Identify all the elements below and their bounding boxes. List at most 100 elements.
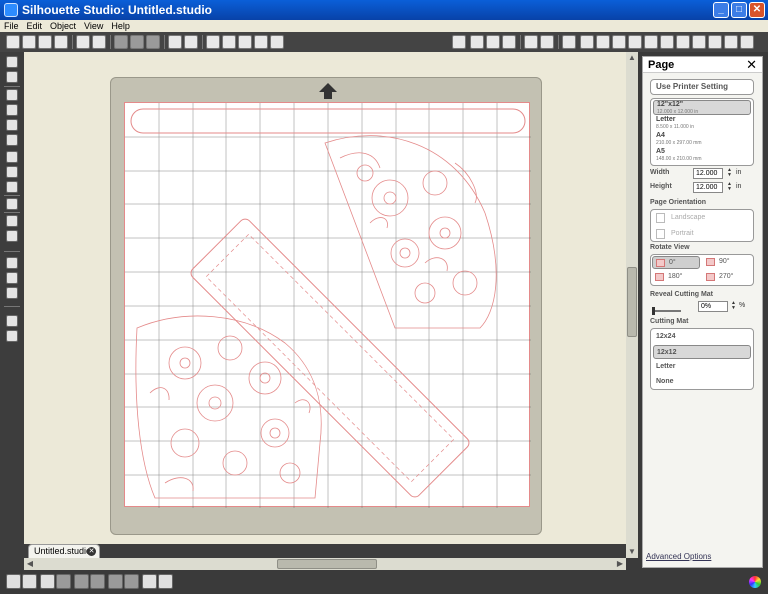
rotate-90-button[interactable]: 90° (703, 256, 751, 269)
send-back-icon[interactable] (124, 574, 139, 589)
print-cut-icon[interactable] (92, 35, 106, 49)
layout-icon[interactable] (676, 35, 690, 49)
fit-page-icon[interactable] (270, 35, 284, 49)
bring-front-icon[interactable] (108, 574, 123, 589)
layers-icon[interactable] (142, 574, 157, 589)
text-icon[interactable] (562, 35, 576, 49)
close-button[interactable]: ✕ (749, 2, 765, 18)
save-as-icon[interactable] (54, 35, 68, 49)
duplicate-icon[interactable] (74, 574, 89, 589)
select-tool-icon[interactable] (6, 56, 18, 68)
trace-icon[interactable] (612, 35, 626, 49)
ellipse-tool-icon[interactable] (6, 134, 18, 146)
cut-page[interactable] (124, 102, 531, 508)
expand-icon[interactable] (724, 35, 738, 49)
menu-object[interactable]: Object (46, 20, 80, 32)
knife-tool-icon[interactable] (6, 230, 18, 242)
size-item-a4[interactable]: A4 210.00 x 297.00 mm (653, 132, 751, 147)
minimize-button[interactable]: _ (713, 2, 729, 18)
open-icon[interactable] (22, 35, 36, 49)
line-style-icon[interactable] (524, 35, 538, 49)
reveal-mat-slider-knob[interactable] (652, 307, 655, 315)
horizontal-scroll-thumb[interactable] (277, 559, 377, 569)
advanced-options-link[interactable]: Advanced Options (646, 552, 711, 561)
ruler-icon[interactable] (740, 35, 754, 49)
store-icon[interactable] (644, 35, 658, 49)
orientation-portrait[interactable]: Portrait (653, 227, 751, 241)
undo-icon[interactable] (168, 35, 182, 49)
rotate-0-button[interactable]: 0° (652, 256, 700, 269)
color-wheel-icon[interactable] (749, 576, 761, 588)
reveal-mat-slider[interactable] (653, 310, 681, 312)
mat-item-12x12[interactable]: 12x12 (653, 345, 751, 359)
delete-icon[interactable] (90, 574, 105, 589)
offset-icon[interactable] (596, 35, 610, 49)
vertical-scrollbar[interactable]: ▲ ▼ (626, 52, 638, 558)
grid-icon[interactable] (470, 35, 484, 49)
mat-item-12x24[interactable]: 12x24 (653, 330, 751, 344)
mat-item-none[interactable]: None (653, 375, 751, 389)
lock-icon[interactable] (452, 35, 466, 49)
paste-icon[interactable] (146, 35, 160, 49)
replicate-icon[interactable] (580, 35, 594, 49)
width-spin-icon[interactable]: ▲ ▼ (727, 168, 733, 178)
layer-bottom-icon[interactable] (6, 330, 18, 342)
maximize-button[interactable]: □ (731, 2, 747, 18)
pan-icon[interactable] (254, 35, 268, 49)
view-tool-icon[interactable] (6, 257, 18, 269)
scroll-up-icon[interactable]: ▲ (626, 52, 638, 64)
redo-icon[interactable] (184, 35, 198, 49)
size-item-a5[interactable]: A5 148.00 x 210.00 mm (653, 148, 751, 163)
menu-edit[interactable]: Edit (23, 20, 47, 32)
rounded-rect-tool-icon[interactable] (6, 119, 18, 131)
rotate-270-button[interactable]: 270° (703, 271, 751, 284)
height-input[interactable]: 12.000 (693, 182, 723, 193)
size-item-12x12[interactable]: 12"x12" 12.000 x 12.000 in (653, 100, 751, 115)
zoom-out-icon[interactable] (222, 35, 236, 49)
mat-item-letter[interactable]: Letter (653, 360, 751, 374)
release-compound-icon[interactable] (56, 574, 71, 589)
library-tool-icon[interactable] (6, 272, 18, 284)
curve-tool-icon[interactable] (6, 166, 18, 178)
group-icon[interactable] (6, 574, 21, 589)
send-icon[interactable] (660, 35, 674, 49)
zoom-select-icon[interactable] (238, 35, 252, 49)
menu-view[interactable]: View (80, 20, 107, 32)
tab-untitled[interactable]: Untitled.studio ✕ (28, 544, 100, 558)
vertical-scroll-thumb[interactable] (627, 267, 637, 337)
compound-path-icon[interactable] (40, 574, 55, 589)
settings-icon[interactable] (158, 574, 173, 589)
library-icon[interactable] (628, 35, 642, 49)
save-icon[interactable] (38, 35, 52, 49)
menu-file[interactable]: File (0, 20, 23, 32)
registration-icon[interactable] (486, 35, 500, 49)
orientation-landscape[interactable]: Landscape (653, 211, 751, 225)
text-tool-icon[interactable] (6, 198, 18, 210)
point-edit-tool-icon[interactable] (6, 71, 18, 83)
scroll-left-icon[interactable]: ◀ (24, 558, 36, 570)
scroll-right-icon[interactable]: ▶ (614, 558, 626, 570)
reveal-mat-input[interactable]: 0% (698, 301, 728, 312)
rectangle-tool-icon[interactable] (6, 104, 18, 116)
horizontal-scrollbar[interactable]: ◀ ▶ (24, 558, 626, 570)
layer-top-icon[interactable] (6, 315, 18, 327)
new-document-icon[interactable] (6, 35, 20, 49)
color-fill-icon[interactable] (692, 35, 706, 49)
size-item-letter[interactable]: Letter 8.500 x 11.000 in (653, 116, 751, 131)
line-tool-icon[interactable] (6, 89, 18, 101)
copy-icon[interactable] (130, 35, 144, 49)
use-printer-setting-button[interactable]: Use Printer Setting (650, 79, 754, 95)
zoom-in-icon[interactable] (206, 35, 220, 49)
cut-icon[interactable] (114, 35, 128, 49)
width-input[interactable]: 12.000 (693, 168, 723, 179)
eraser-tool-icon[interactable] (6, 215, 18, 227)
pen-icon[interactable] (708, 35, 722, 49)
ungroup-icon[interactable] (22, 574, 37, 589)
reveal-spin-icon[interactable]: ▲ ▼ (731, 301, 737, 311)
print-icon[interactable] (76, 35, 90, 49)
rotate-180-button[interactable]: 180° (652, 271, 700, 284)
height-spin-icon[interactable]: ▲ ▼ (727, 182, 733, 192)
scroll-down-icon[interactable]: ▼ (626, 546, 638, 558)
freehand-tool-icon[interactable] (6, 181, 18, 193)
link-tool-icon[interactable] (6, 287, 18, 299)
